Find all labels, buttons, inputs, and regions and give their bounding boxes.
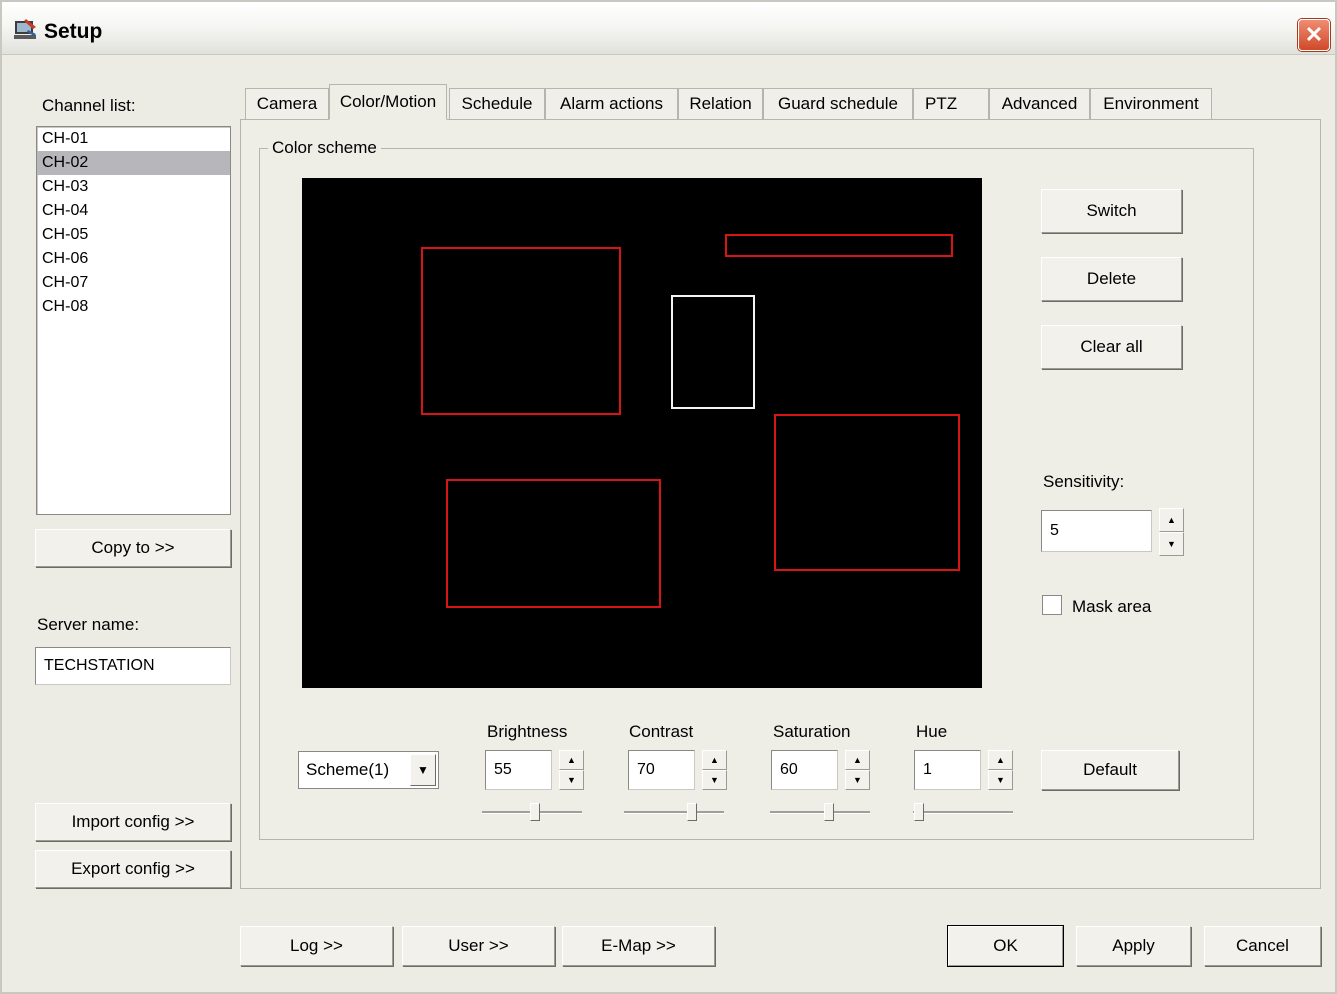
mask-area-checkbox[interactable]: [1042, 595, 1062, 615]
brightness-input[interactable]: 55: [485, 750, 552, 790]
tab-relation[interactable]: Relation: [678, 88, 763, 119]
contrast-label: Contrast: [629, 722, 694, 741]
motion-zone[interactable]: [421, 247, 621, 415]
saturation-label: Saturation: [773, 722, 851, 741]
tab-guard-schedule[interactable]: Guard schedule: [763, 88, 913, 119]
setup-app-icon: [14, 19, 36, 39]
tab-schedule[interactable]: Schedule: [449, 88, 545, 119]
import-config-button[interactable]: Import config >>: [35, 803, 231, 841]
color-scheme-title: Color scheme: [268, 138, 381, 158]
tab-alarm-actions[interactable]: Alarm actions: [545, 88, 678, 119]
dropdown-arrow-icon[interactable]: ▼: [410, 754, 436, 786]
tab-ptz[interactable]: PTZ: [913, 88, 989, 119]
slider-thumb[interactable]: [530, 803, 540, 821]
contrast-slider[interactable]: [624, 803, 724, 821]
saturation-down-button[interactable]: ▼: [845, 770, 870, 790]
tab-advanced[interactable]: Advanced: [989, 88, 1090, 119]
copy-to-button[interactable]: Copy to >>: [35, 529, 231, 567]
tab-color-motion[interactable]: Color/Motion: [329, 84, 447, 120]
channel-item[interactable]: CH-04: [37, 199, 230, 223]
sensitivity-down-button[interactable]: ▼: [1159, 532, 1184, 556]
down-arrow-icon: ▼: [996, 775, 1005, 785]
up-arrow-icon: ▲: [996, 755, 1005, 765]
brightness-up-button[interactable]: ▲: [559, 750, 584, 770]
contrast-down-button[interactable]: ▼: [702, 770, 727, 790]
slider-thumb[interactable]: [914, 803, 924, 821]
sensitivity-up-button[interactable]: ▲: [1159, 508, 1184, 532]
motion-preview-canvas[interactable]: [302, 178, 982, 688]
sensitivity-label: Sensitivity:: [1043, 472, 1125, 491]
default-button[interactable]: Default: [1041, 750, 1179, 790]
up-arrow-icon: ▲: [710, 755, 719, 765]
cancel-button[interactable]: Cancel: [1204, 926, 1321, 966]
clear-all-button[interactable]: Clear all: [1041, 325, 1182, 369]
user-button[interactable]: User >>: [402, 926, 555, 966]
channel-list[interactable]: CH-01 CH-02 CH-03 CH-04 CH-05 CH-06 CH-0…: [36, 126, 231, 515]
up-arrow-icon: ▲: [1167, 515, 1176, 525]
apply-button[interactable]: Apply: [1076, 926, 1191, 966]
up-arrow-icon: ▲: [853, 755, 862, 765]
contrast-input[interactable]: 70: [628, 750, 695, 790]
channel-item[interactable]: CH-06: [37, 247, 230, 271]
down-arrow-icon: ▼: [853, 775, 862, 785]
hue-up-button[interactable]: ▲: [988, 750, 1013, 770]
hue-slider[interactable]: [913, 803, 1013, 821]
sensitivity-input[interactable]: 5: [1041, 510, 1152, 552]
channel-item[interactable]: CH-03: [37, 175, 230, 199]
brightness-down-button[interactable]: ▼: [559, 770, 584, 790]
saturation-input[interactable]: 60: [771, 750, 838, 790]
channel-item[interactable]: CH-07: [37, 271, 230, 295]
down-arrow-icon: ▼: [710, 775, 719, 785]
setup-window: Setup ✕ Channel list: CH-01 CH-02 CH-03 …: [0, 0, 1337, 994]
export-config-button[interactable]: Export config >>: [35, 850, 231, 888]
slider-thumb[interactable]: [687, 803, 697, 821]
channel-item-selected[interactable]: CH-02: [37, 151, 230, 175]
channel-item[interactable]: CH-08: [37, 295, 230, 319]
delete-button[interactable]: Delete: [1041, 257, 1182, 301]
brightness-label: Brightness: [487, 722, 568, 741]
title-bar[interactable]: Setup ✕: [2, 2, 1335, 55]
down-arrow-icon: ▼: [567, 775, 576, 785]
slider-track: [913, 811, 1013, 814]
saturation-up-button[interactable]: ▲: [845, 750, 870, 770]
channel-list-label: Channel list:: [42, 96, 136, 115]
motion-zone[interactable]: [725, 234, 953, 257]
ok-button[interactable]: OK: [948, 926, 1063, 966]
hue-down-button[interactable]: ▼: [988, 770, 1013, 790]
switch-button[interactable]: Switch: [1041, 189, 1182, 233]
saturation-slider[interactable]: [770, 803, 870, 821]
window-title: Setup: [44, 20, 103, 43]
channel-item[interactable]: CH-01: [37, 127, 230, 151]
tab-environment[interactable]: Environment: [1090, 88, 1212, 119]
hue-input[interactable]: 1: [914, 750, 981, 790]
down-arrow-icon: ▼: [1167, 539, 1176, 549]
server-name-input[interactable]: TECHSTATION: [35, 647, 231, 685]
server-name-label: Server name:: [37, 615, 140, 634]
tab-camera[interactable]: Camera: [245, 88, 329, 119]
contrast-up-button[interactable]: ▲: [702, 750, 727, 770]
scheme-select-value: Scheme(1): [306, 760, 390, 779]
channel-item[interactable]: CH-05: [37, 223, 230, 247]
brightness-slider[interactable]: [482, 803, 582, 821]
motion-zone[interactable]: [774, 414, 960, 571]
slider-track: [624, 811, 724, 814]
up-arrow-icon: ▲: [567, 755, 576, 765]
slider-track: [770, 811, 870, 814]
mask-area-label: Mask area: [1072, 597, 1152, 616]
hue-label: Hue: [916, 722, 948, 741]
log-button[interactable]: Log >>: [240, 926, 393, 966]
close-icon: ✕: [1304, 22, 1324, 47]
close-button[interactable]: ✕: [1298, 19, 1330, 51]
motion-zone[interactable]: [446, 479, 661, 608]
emap-button[interactable]: E-Map >>: [562, 926, 715, 966]
motion-zone-selected[interactable]: [671, 295, 755, 409]
scheme-select[interactable]: Scheme(1) ▼: [298, 751, 439, 789]
slider-thumb[interactable]: [824, 803, 834, 821]
